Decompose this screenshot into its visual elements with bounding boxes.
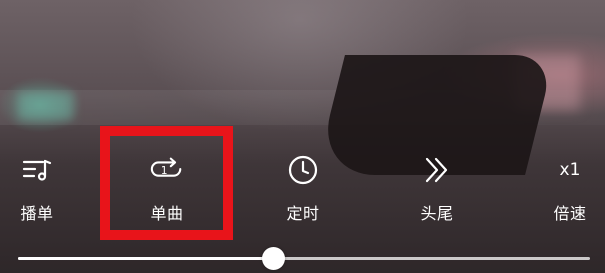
progress-thumb[interactable] — [262, 247, 286, 270]
repeat-one-label: 单曲 — [150, 204, 184, 223]
playlist-button[interactable]: 播单 — [0, 152, 82, 232]
progress-fill — [18, 257, 274, 260]
playback-speed-label: 倍速 — [553, 204, 587, 223]
timer-button[interactable]: 定时 — [258, 152, 348, 232]
repeat-one-badge: 1 — [161, 165, 168, 177]
speed-value: x1 — [552, 152, 588, 188]
clock-icon — [285, 152, 321, 188]
playlist-icon — [19, 152, 55, 188]
timer-label: 定时 — [286, 204, 320, 223]
playback-speed-button[interactable]: x1 倍速 — [525, 152, 605, 232]
progress-slider[interactable] — [18, 247, 590, 270]
double-chevron-right-icon — [419, 152, 455, 188]
player-screen: 播单 1 单曲 定时 头尾 x1 倍速 — [0, 0, 605, 273]
player-controls-bar: 播单 1 单曲 定时 头尾 x1 倍速 — [0, 0, 605, 273]
playlist-label: 播单 — [20, 204, 54, 223]
speed-value-text: x1 — [559, 160, 581, 180]
repeat-one-button[interactable]: 1 单曲 — [122, 152, 212, 232]
repeat-one-icon: 1 — [149, 152, 185, 188]
skip-intro-outro-button[interactable]: 头尾 — [392, 152, 482, 232]
skip-intro-outro-label: 头尾 — [420, 204, 454, 223]
